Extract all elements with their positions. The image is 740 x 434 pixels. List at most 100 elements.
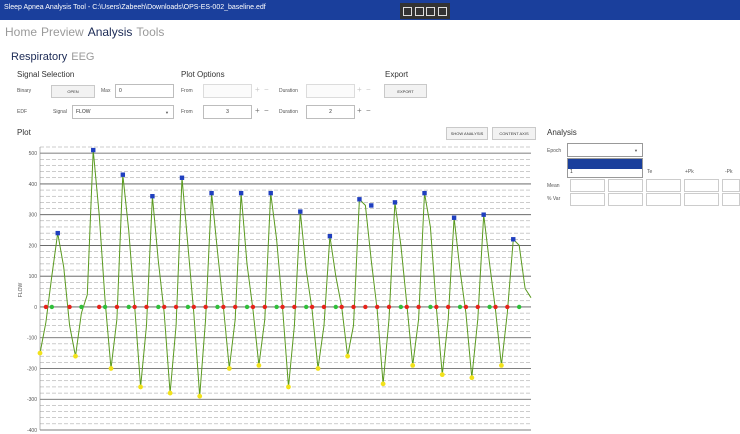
max-label: Max <box>101 88 111 94</box>
plot-title: Plot <box>17 128 31 137</box>
zero-crossing-red-marker <box>434 304 439 310</box>
epoch-option-1[interactable]: 1 <box>570 169 573 175</box>
zero-crossing-red-marker <box>309 304 315 310</box>
from-1-plus-button[interactable]: + <box>255 85 260 94</box>
duration-input-1[interactable] <box>306 84 355 98</box>
zero-crossing-green-marker <box>102 304 108 310</box>
y-axis-label: FLOW <box>18 283 24 298</box>
trough-marker <box>256 363 262 368</box>
trough-marker <box>380 381 386 387</box>
tab-eeg[interactable]: EEG <box>71 51 94 63</box>
trough-marker <box>439 372 445 378</box>
zero-crossing-red-marker <box>351 304 356 310</box>
mean-cell-5[interactable] <box>722 179 740 192</box>
mean-cell-4[interactable] <box>684 179 719 192</box>
duration-2-minus-button[interactable]: − <box>366 106 371 115</box>
signal-select[interactable]: FLOW ▼ <box>72 105 174 119</box>
from-label-1: From <box>181 88 193 94</box>
trough-marker <box>315 366 321 371</box>
trough-marker <box>73 353 78 359</box>
zero-crossing-red-marker <box>233 304 238 310</box>
duration-1-plus-button[interactable]: + <box>357 85 362 94</box>
main-nav: Home Preview Analysis Tools <box>5 25 164 39</box>
max-input[interactable]: 0 <box>115 84 174 98</box>
zero-crossing-red-marker <box>463 304 469 310</box>
from-1-minus-button[interactable]: − <box>264 85 269 94</box>
epoch-dropdown-list: 1 <box>567 158 643 178</box>
var-cell-5[interactable] <box>722 193 740 206</box>
col-header-neg-pk: -Pk <box>725 169 733 175</box>
var-cell-4[interactable] <box>684 193 719 206</box>
chevron-down-icon: ▼ <box>165 110 169 115</box>
show-analysis-button[interactable]: SHOW ANALYSIS <box>446 127 488 140</box>
from-input-1[interactable] <box>203 84 252 98</box>
row-label-mean: Mean <box>547 183 560 189</box>
peak-marker <box>481 212 486 217</box>
trough-marker <box>286 384 291 390</box>
tool-icon-2[interactable] <box>414 6 424 16</box>
zero-crossing-red-marker <box>173 304 179 310</box>
y-tick-label: 200 <box>29 243 38 249</box>
zero-crossing-red-marker <box>292 304 297 310</box>
zero-crossing-red-marker <box>43 304 49 310</box>
zero-crossing-red-marker <box>416 304 421 310</box>
zero-crossing-red-marker <box>132 304 137 310</box>
trough-marker <box>345 353 351 359</box>
zero-crossing-green-marker <box>79 304 84 310</box>
trough-marker <box>167 390 173 396</box>
peak-marker <box>392 200 398 205</box>
duration-input-2[interactable]: 2 <box>306 105 355 119</box>
tool-icon-3[interactable] <box>426 6 436 16</box>
y-tick-label: -300 <box>27 397 37 403</box>
mean-cell-1[interactable] <box>570 179 605 192</box>
open-button[interactable]: OPEN <box>51 85 95 98</box>
from-input-2[interactable]: 3 <box>203 105 252 119</box>
zero-crossing-red-marker <box>280 304 285 310</box>
zero-crossing-red-marker <box>363 304 368 310</box>
signal-selection-title: Signal Selection <box>17 70 75 79</box>
duration-2-plus-button[interactable]: + <box>357 106 362 115</box>
mean-cell-2[interactable] <box>608 179 643 192</box>
nav-preview[interactable]: Preview <box>41 25 84 39</box>
plot-options-title: Plot Options <box>181 70 225 79</box>
var-cell-2[interactable] <box>608 193 643 206</box>
peak-marker <box>369 203 374 208</box>
trough-marker <box>410 363 416 368</box>
nav-analysis[interactable]: Analysis <box>88 25 133 39</box>
var-cell-1[interactable] <box>570 193 605 206</box>
epoch-select[interactable]: ▼ <box>567 143 643 157</box>
tab-respiratory[interactable]: Respiratory <box>11 51 67 63</box>
peak-marker <box>268 190 273 196</box>
peak-marker <box>179 175 185 180</box>
zero-crossing-green-marker <box>428 304 433 310</box>
nav-tools[interactable]: Tools <box>136 25 164 39</box>
peak-marker <box>298 209 303 214</box>
tool-icon-1[interactable] <box>403 6 413 16</box>
title-bar: Sleep Apnea Analysis Tool - C:\Users\Zab… <box>0 0 740 20</box>
zero-crossing-red-marker <box>67 304 72 310</box>
duration-1-minus-button[interactable]: − <box>366 85 371 94</box>
epoch-option-selected[interactable] <box>568 159 642 169</box>
content-axis-button[interactable]: CONTENT AXIS <box>492 127 536 140</box>
analysis-title: Analysis <box>547 128 577 137</box>
binary-label: Binary <box>17 88 32 94</box>
peak-marker <box>150 194 155 199</box>
nav-home[interactable]: Home <box>5 25 37 39</box>
peak-marker <box>238 190 244 196</box>
var-cell-3[interactable] <box>646 193 681 206</box>
zero-crossing-red-marker <box>96 304 102 310</box>
flow-chart: FLOW 500 400 300 200 100 0 -100 -200 -300 -400 <box>18 146 532 434</box>
tool-icon-4[interactable] <box>437 6 447 16</box>
duration-label-1: Duration <box>279 88 298 94</box>
zero-crossing-green-marker <box>398 304 404 310</box>
duration-label-2: Duration <box>279 109 298 115</box>
signal-label: Signal <box>53 109 67 115</box>
peak-marker <box>327 234 333 239</box>
zero-crossing-red-marker <box>191 304 197 310</box>
from-2-minus-button[interactable]: − <box>264 106 269 115</box>
export-button[interactable]: EXPORT <box>384 84 427 98</box>
trough-marker <box>469 375 475 381</box>
zero-crossing-red-marker <box>250 304 256 310</box>
from-2-plus-button[interactable]: + <box>255 106 260 115</box>
mean-cell-3[interactable] <box>646 179 681 192</box>
